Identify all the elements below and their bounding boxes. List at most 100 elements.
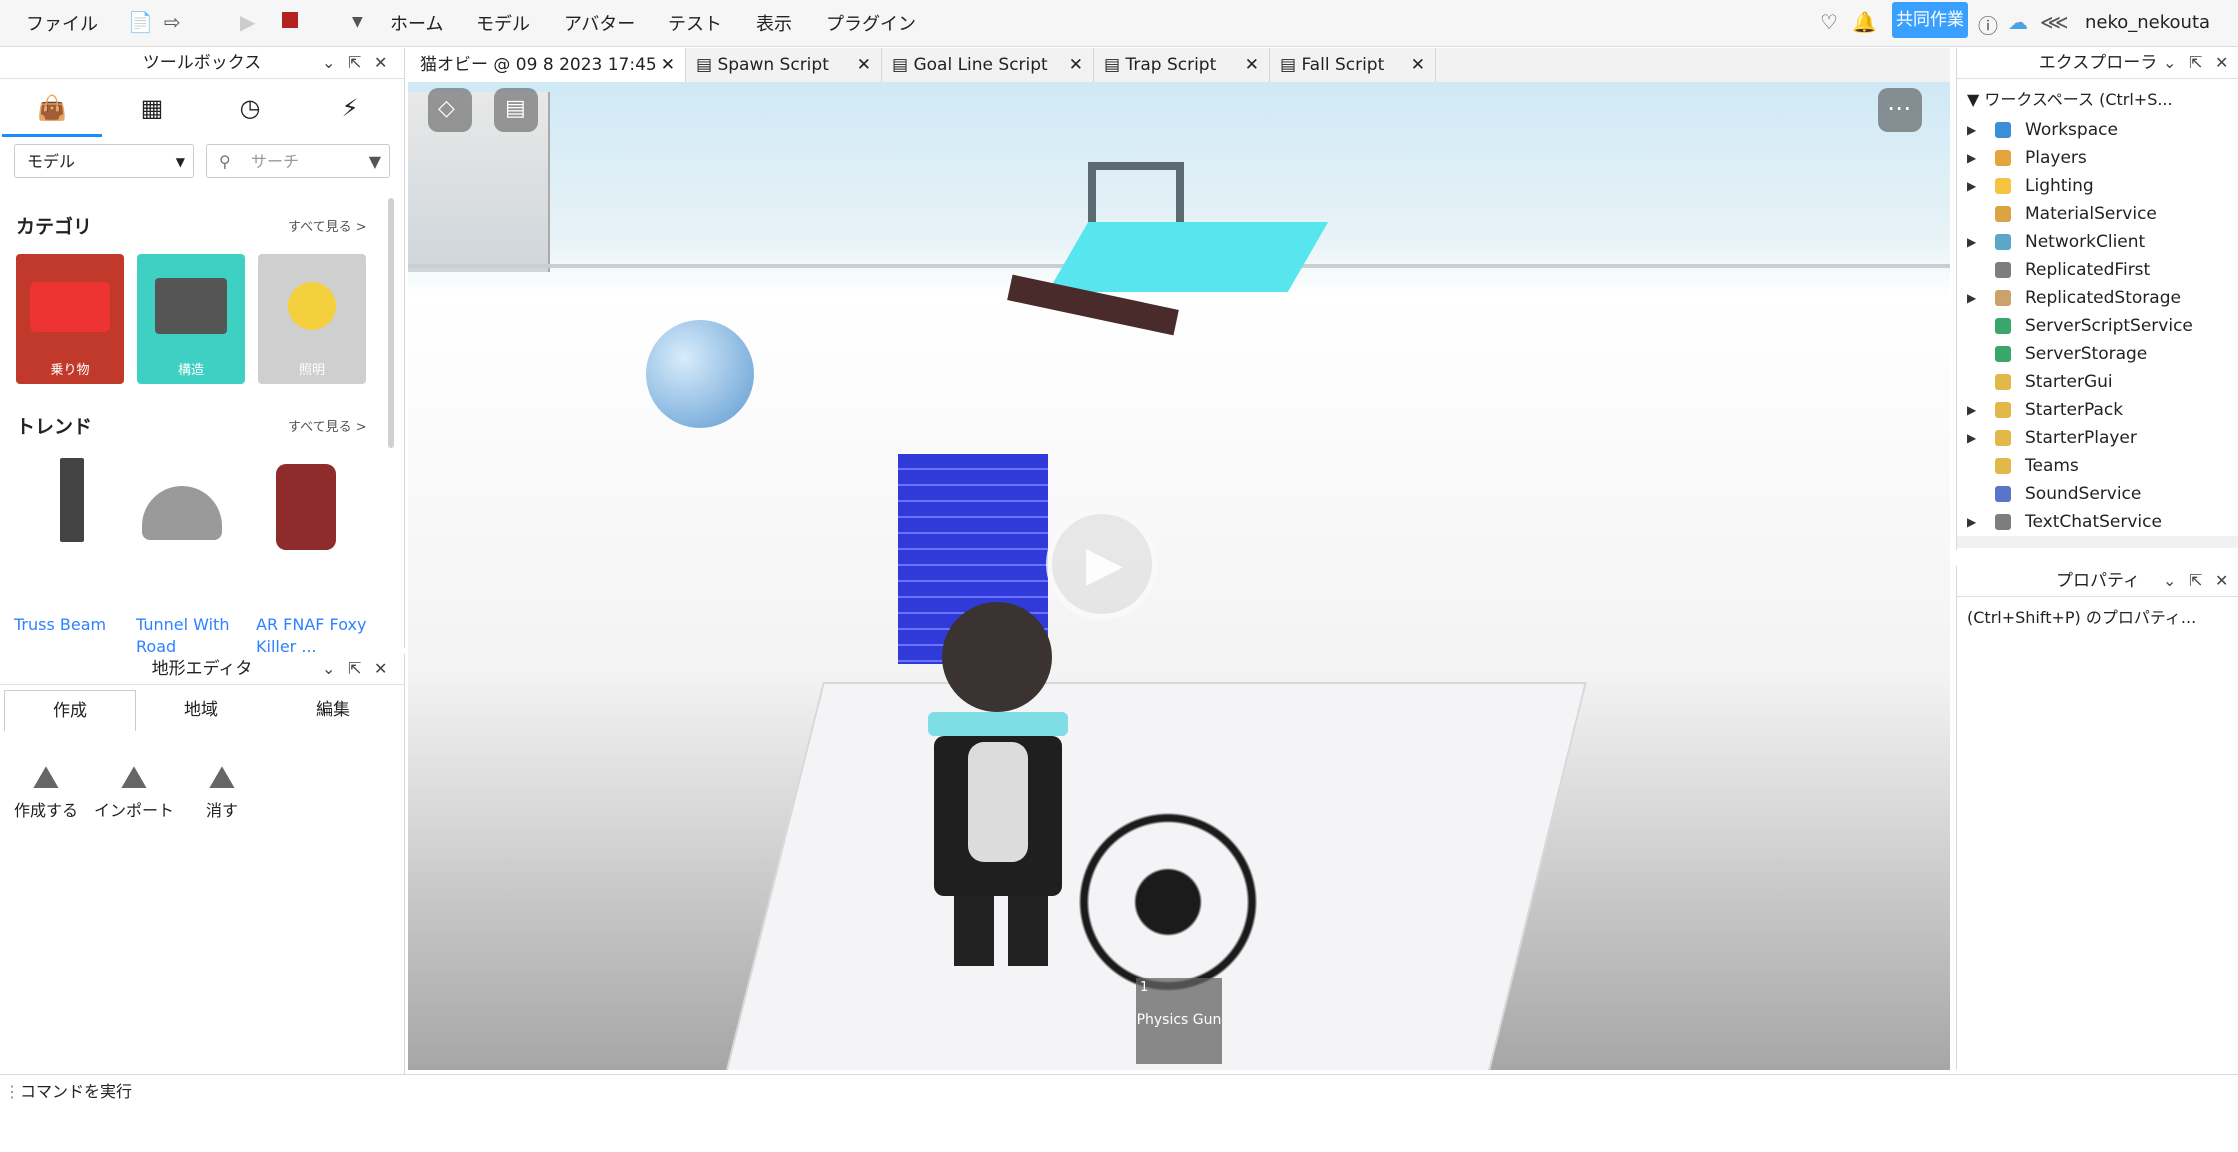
tab-marketplace[interactable]: 👜 xyxy=(2,82,102,137)
avatar-leg-left xyxy=(954,896,994,966)
explorer-item-textchatservice[interactable]: ▶ TextChatService xyxy=(1957,508,2238,536)
tab-close-icon[interactable]: ✕ xyxy=(1411,48,1425,82)
help-icon[interactable]: ⓘ xyxy=(1978,10,1998,39)
category-tile-lighting[interactable]: 照明 xyxy=(258,254,366,384)
tab-trap-script[interactable]: ▤ Trap Script ✕ xyxy=(1094,48,1270,82)
undock-icon[interactable]: ⇱ xyxy=(348,654,361,684)
terrain-generate-button[interactable]: ⛰ 作成する xyxy=(4,758,88,821)
filter-icon[interactable]: ▼ xyxy=(369,145,381,179)
tab-fall-script[interactable]: ▤ Fall Script ✕ xyxy=(1270,48,1436,82)
game-viewport[interactable]: ▶ ◇ ▤ ⋯ 1 Physics Gun xyxy=(408,82,1950,1070)
video-play-overlay[interactable]: ▶ xyxy=(1046,508,1158,620)
tab-edit[interactable]: 編集 xyxy=(268,690,398,730)
hotbar-slot[interactable]: 1 Physics Gun xyxy=(1136,978,1222,1064)
tab-goal-line-script[interactable]: ▤ Goal Line Script ✕ xyxy=(882,48,1094,82)
properties-filter-input[interactable]: (Ctrl+Shift+P) のプロパティ... xyxy=(1967,606,2231,630)
explorer-item-label: ServerScriptService xyxy=(2025,316,2193,336)
undock-icon[interactable]: ⇱ xyxy=(2189,48,2202,78)
explorer-item-replicatedstorage[interactable]: ▶ ReplicatedStorage xyxy=(1957,284,2238,312)
terrain-clear-button[interactable]: ⛰ 消す xyxy=(180,758,264,821)
panel-menu-icon[interactable]: ⌄ xyxy=(322,48,335,78)
menu-model[interactable]: モデル xyxy=(476,10,530,36)
tab-create[interactable]: 作成 xyxy=(4,690,136,731)
username[interactable]: neko_nekouta xyxy=(2085,12,2210,33)
panel-menu-icon[interactable]: ⌄ xyxy=(322,654,335,684)
more-options-button[interactable]: ⋯ xyxy=(1878,88,1922,132)
close-icon[interactable]: ✕ xyxy=(2215,566,2228,596)
explorer-item-serverscriptservice[interactable]: ServerScriptService xyxy=(1957,312,2238,340)
truck-icon xyxy=(30,282,110,332)
trend-see-all-link[interactable]: すべて見る > xyxy=(288,416,367,435)
heart-icon[interactable]: ♡ xyxy=(1820,10,1838,34)
menu-plugins[interactable]: プラグイン xyxy=(826,10,916,36)
expand-arrow-icon[interactable]: ▶ xyxy=(1967,228,1976,256)
service-icon xyxy=(1995,122,2011,138)
explorer-item-replicatedfirst[interactable]: ReplicatedFirst xyxy=(1957,256,2238,284)
tab-inventory[interactable]: ▦ xyxy=(102,82,202,134)
menu-view[interactable]: 表示 xyxy=(756,10,792,36)
menu-file[interactable]: ファイル xyxy=(26,10,98,36)
explorer-item-serverstorage[interactable]: ServerStorage xyxy=(1957,340,2238,368)
close-icon[interactable]: ✕ xyxy=(374,48,387,78)
menu-home[interactable]: ホーム xyxy=(390,10,443,36)
explorer-item-label: Workspace xyxy=(2025,120,2118,140)
collaborate-button[interactable]: 共同作業 xyxy=(1892,2,1968,38)
expand-arrow-icon[interactable]: ▶ xyxy=(1967,284,1976,312)
expand-arrow-icon[interactable]: ▶ xyxy=(1967,508,1976,536)
share-icon[interactable]: ⋘ xyxy=(2040,10,2068,34)
filter-icon: ▼ xyxy=(1967,90,1985,109)
expand-arrow-icon[interactable]: ▶ xyxy=(1967,116,1976,144)
category-dropdown[interactable]: モデル ▼ xyxy=(14,144,194,178)
tab-close-icon[interactable]: ✕ xyxy=(857,48,871,82)
explorer-item-starterplayer[interactable]: ▶ StarterPlayer xyxy=(1957,424,2238,452)
undock-icon[interactable]: ⇱ xyxy=(2189,566,2202,596)
explorer-filter-input[interactable]: ▼ ワークスペース (Ctrl+S... xyxy=(1967,88,2231,112)
category-tile-vehicles[interactable]: 乗り物 xyxy=(16,254,124,384)
expand-arrow-icon[interactable]: ▶ xyxy=(1967,172,1976,200)
tab-recent[interactable]: ◷ xyxy=(200,82,300,134)
expand-arrow-icon[interactable]: ▶ xyxy=(1967,396,1976,424)
roblox-menu-button[interactable]: ◇ xyxy=(428,88,472,132)
explorer-item-workspace[interactable]: ▶ Workspace xyxy=(1957,116,2238,144)
close-icon[interactable]: ✕ xyxy=(374,654,387,684)
explorer-item-starterpack[interactable]: ▶ StarterPack xyxy=(1957,396,2238,424)
stop-icon[interactable] xyxy=(282,12,298,28)
menu-avatar[interactable]: アバター xyxy=(564,10,635,36)
chat-button[interactable]: ▤ xyxy=(494,88,538,132)
explorer-item-networkclient[interactable]: ▶ NetworkClient xyxy=(1957,228,2238,256)
explorer-item-soundservice[interactable]: SoundService xyxy=(1957,480,2238,508)
toolbox-scrollbar[interactable] xyxy=(388,198,394,448)
explorer-item-lighting[interactable]: ▶ Lighting xyxy=(1957,172,2238,200)
play-icon[interactable]: ▶ xyxy=(240,10,255,34)
new-file-icon[interactable]: 📄 xyxy=(128,10,153,34)
undock-icon[interactable]: ⇱ xyxy=(348,48,361,78)
grid-icon: ▦ xyxy=(140,94,164,122)
panel-menu-icon[interactable]: ⌄ xyxy=(2163,48,2176,78)
explorer-item-startergui[interactable]: StarterGui xyxy=(1957,368,2238,396)
explorer-horizontal-scrollbar[interactable] xyxy=(1957,536,2238,548)
tab-spawn-script[interactable]: ▤ Spawn Script ✕ xyxy=(686,48,882,82)
category-tile-structures[interactable]: 構造 xyxy=(137,254,245,384)
tab-region[interactable]: 地域 xyxy=(136,690,266,730)
tab-creations[interactable]: ⚡ xyxy=(300,82,400,134)
notification-bell-icon[interactable]: 🔔 xyxy=(1852,10,1877,34)
tab-place[interactable]: 猫オビー @ 09 8 2023 17:45 ✕ xyxy=(410,48,686,82)
tab-close-icon[interactable]: ✕ xyxy=(1245,48,1259,82)
category-see-all-link[interactable]: すべて見る > xyxy=(288,216,367,235)
explorer-item-materialservice[interactable]: MaterialService xyxy=(1957,200,2238,228)
panel-menu-icon[interactable]: ⌄ xyxy=(2163,566,2176,596)
expand-arrow-icon[interactable]: ▶ xyxy=(1967,424,1976,452)
toolbox-search-input[interactable]: ⚲ サーチ ▼ xyxy=(206,144,390,178)
tab-close-icon[interactable]: ✕ xyxy=(661,48,675,82)
explorer-item-teams[interactable]: Teams xyxy=(1957,452,2238,480)
tab-close-icon[interactable]: ✕ xyxy=(1069,48,1083,82)
expand-arrow-icon[interactable]: ▶ xyxy=(1967,144,1976,172)
explorer-item-players[interactable]: ▶ Players xyxy=(1957,144,2238,172)
import-icon[interactable]: ⇨ xyxy=(164,10,181,34)
command-bar[interactable]: ⋮ コマンドを実行 xyxy=(0,1074,2238,1109)
menu-test[interactable]: テスト xyxy=(668,10,722,36)
terrain-import-button[interactable]: ⛰ インポート xyxy=(92,758,176,821)
close-icon[interactable]: ✕ xyxy=(2215,48,2228,78)
cloud-icon[interactable]: ☁ xyxy=(2008,10,2028,34)
quick-access-dropdown-icon[interactable]: ▼ xyxy=(352,14,363,30)
